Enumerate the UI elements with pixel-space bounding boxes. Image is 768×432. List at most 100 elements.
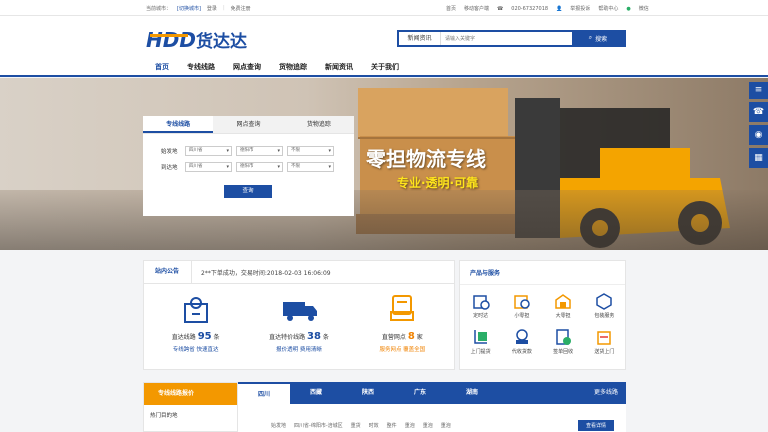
banner-tagline: 专业·透明·可靠 (397, 176, 479, 190)
stat-branches[interactable]: 直营网点 8 家 服务网点 覆盖全国 (351, 284, 454, 369)
coins-icon (515, 329, 528, 344)
user-icon: 👤 (556, 5, 563, 12)
search-bar: 新闻资讯 ⌕ 搜索 (397, 30, 626, 47)
from-district-select[interactable]: 不限 (287, 146, 334, 156)
svg-text:货达达: 货达达 (196, 31, 247, 52)
nav-about[interactable]: 关于我们 (362, 60, 408, 77)
search-box-icon (514, 295, 530, 309)
stat-sub: 服务网点 覆盖全国 (379, 347, 426, 353)
clock-box-icon (472, 295, 490, 310)
route-col: 重货 (350, 422, 361, 429)
tab-hunan[interactable]: 湖南 (446, 382, 498, 404)
to-district-select[interactable]: 不限 (287, 162, 334, 172)
service-packaging[interactable]: 包装服务 (584, 291, 625, 319)
query-button[interactable]: 查询 (224, 185, 272, 198)
service-large[interactable]: 大零担 (543, 291, 584, 319)
nav-home[interactable]: 首页 (146, 60, 178, 77)
stat-sub: 报价透明 费用清晰 (276, 347, 322, 353)
stat-direct-routes[interactable]: 直达线路 95 条 专线跨省 快速直达 (144, 284, 247, 369)
separator: | (222, 5, 225, 11)
tab-guangdong[interactable]: 广东 (394, 382, 446, 404)
tab-shaanxi[interactable]: 陕西 (342, 382, 394, 404)
from-city-select[interactable]: 德阳市 (236, 146, 283, 156)
route-col: 时效 (368, 422, 379, 429)
home-link[interactable]: 首页 (446, 5, 456, 12)
route-col: 重泡 (404, 422, 415, 429)
stat-label: 直营网点 (381, 334, 406, 341)
report-link[interactable]: 举报投诉 (570, 5, 590, 12)
main-nav: 首页 专线线路 网点查询 货物追踪 新闻资讯 关于我们 (0, 60, 768, 77)
stat-sub: 专线跨省 快速直达 (172, 347, 219, 353)
mobile-client-link[interactable]: 移动客户端 (464, 5, 489, 12)
menu-icon[interactable]: ≡ (749, 82, 768, 99)
wechat-icon: ● (626, 5, 631, 12)
service-pickup[interactable]: 上门提货 (460, 327, 501, 355)
tab-tracking[interactable]: 货物追踪 (283, 116, 354, 133)
phone-number: 020-67327018 (511, 5, 549, 12)
route-query-panel: 专线线路 网点查询 货物追踪 始发地 四川省 德阳市 不限 到达地 四川省 德阳… (143, 116, 354, 216)
service-small[interactable]: 小零担 (501, 291, 542, 319)
register-link[interactable]: 免费注册 (231, 5, 251, 12)
to-city-select[interactable]: 德阳市 (236, 162, 283, 172)
province-tabs: 四川 西藏 陕西 广东 湖南 更多线路 (238, 382, 626, 404)
search-button[interactable]: ⌕ 搜索 (572, 32, 624, 45)
floor (0, 190, 768, 250)
search-category[interactable]: 新闻资讯 (399, 32, 441, 45)
nav-news[interactable]: 新闻资讯 (316, 60, 362, 77)
service-timed[interactable]: 定时达 (460, 291, 501, 319)
service-delivery[interactable]: 送货上门 (584, 327, 625, 355)
tab-branches[interactable]: 网点查询 (213, 116, 284, 133)
stat-unit: 家 (416, 334, 423, 341)
service-cod[interactable]: 代收货款 (501, 327, 542, 355)
service-receipt[interactable]: 签单回收 (543, 327, 584, 355)
view-details-button[interactable]: 查看详情 (577, 419, 614, 431)
nav-branches[interactable]: 网点查询 (224, 60, 270, 77)
stats-panel: 直达线路 95 条 专线跨省 快速直达 直达特价线路 38 条 报价透明 费用清… (143, 284, 455, 370)
route-from-label: 始发地 (271, 422, 287, 429)
tab-routes[interactable]: 专线线路 (143, 116, 214, 133)
package-icon (596, 293, 613, 310)
stat-value: 8 (407, 331, 415, 342)
to-province-select[interactable]: 四川省 (185, 162, 232, 172)
stat-unit: 条 (213, 334, 220, 341)
banner-slogan: 零担物流专线 (366, 147, 486, 171)
nav-tracking[interactable]: 货物追踪 (270, 60, 316, 77)
stat-label: 直达线路 (171, 334, 196, 341)
notice-title: 站内公告 (144, 261, 193, 283)
stat-special-routes[interactable]: 直达特价线路 38 条 报价透明 费用清晰 (247, 284, 350, 369)
routes-sidebar-title: 专线线路报价 (144, 383, 237, 405)
from-province-select[interactable]: 四川省 (185, 146, 232, 156)
phone-icon: ☎ (497, 5, 504, 12)
notice-text[interactable]: 2**下单成功，交易时间:2018-02-03 16:06:09 (192, 268, 331, 277)
support-icon[interactable]: ◉ (749, 125, 768, 145)
to-label: 到达地 (161, 165, 178, 171)
nav-routes[interactable]: 专线线路 (178, 60, 224, 77)
login-link[interactable]: 登录 (207, 5, 217, 12)
truck-front-icon (390, 295, 415, 321)
switch-city-link[interactable]: [切换城市] (177, 5, 201, 12)
help-link[interactable]: 帮助中心 (598, 5, 618, 12)
search-input[interactable] (441, 32, 572, 45)
map-route-icon (183, 297, 208, 323)
current-city-label: 当前城市： (146, 6, 172, 12)
phone-icon[interactable]: ☎ (749, 102, 768, 122)
warehouse-icon (555, 294, 571, 309)
routes-section: 专线线路报价 热门目的地 四川 西藏 陕西 广东 湖南 更多线路 始发地 四川省… (143, 382, 626, 432)
routes-sidebar: 专线线路报价 热门目的地 (143, 382, 238, 432)
truck-icon (282, 302, 317, 321)
services-title: 产品与服务 (460, 261, 625, 285)
site-logo[interactable]: HDD 货达达 (146, 26, 258, 52)
stat-unit: 条 (322, 334, 329, 341)
more-routes-link[interactable]: 更多线路 (594, 382, 626, 404)
stat-value: 38 (307, 331, 321, 342)
side-toolbar: ≡ ☎ ◉ ▦ (749, 82, 768, 171)
qrcode-icon[interactable]: ▦ (749, 148, 768, 168)
wechat-link[interactable]: 微信 (639, 5, 649, 12)
services-panel: 产品与服务 定时达 小零担 大零担 包装服务 上门提货 代收货款 签单回收 送货… (459, 260, 626, 370)
tab-tibet[interactable]: 西藏 (290, 382, 342, 404)
route-row: 始发地 四川省-绵阳市-涪城区 重货 时效 整件 重泡 重泡 重泡 查看详情 (238, 418, 626, 432)
header: HDD 货达达 新闻资讯 ⌕ 搜索 (0, 16, 768, 60)
route-col: 整件 (386, 422, 397, 429)
delivery-box-icon (597, 331, 612, 345)
tab-sichuan[interactable]: 四川 (238, 382, 290, 404)
